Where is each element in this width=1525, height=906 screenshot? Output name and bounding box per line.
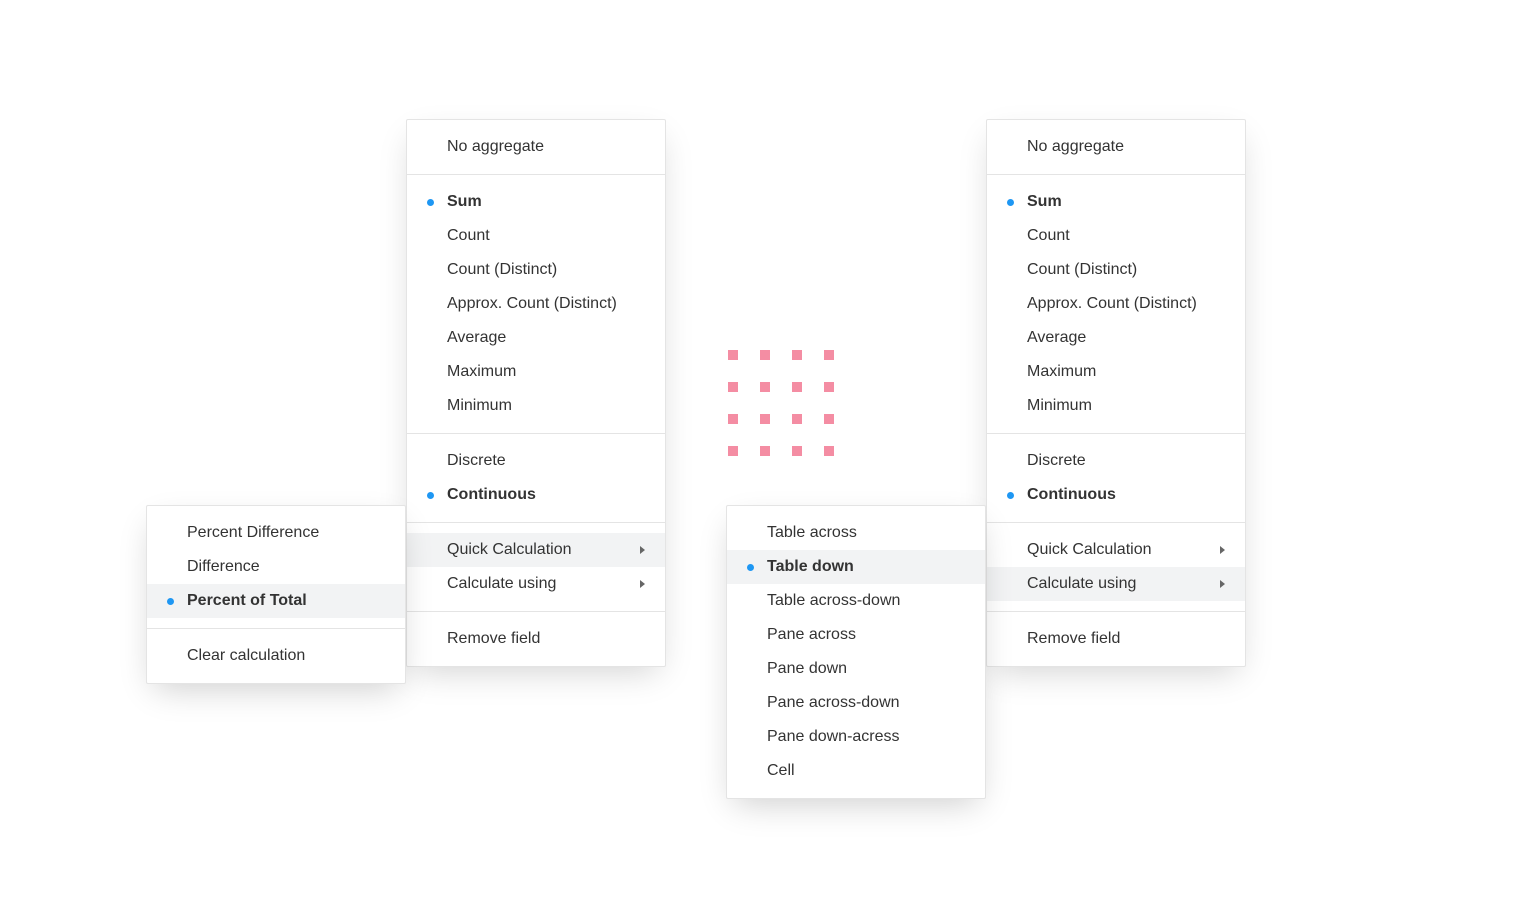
submenu-item-pane-across-down[interactable]: Pane across-down — [727, 686, 985, 720]
menu-item-count[interactable]: Count — [407, 219, 665, 253]
menu-item-discrete[interactable]: Discrete — [987, 444, 1245, 478]
menu-item-label: Quick Calculation — [1027, 541, 1152, 558]
menu-item-maximum[interactable]: Maximum — [987, 355, 1245, 389]
menu-item-count[interactable]: Count — [987, 219, 1245, 253]
menu-item-approx-count-distinct[interactable]: Approx. Count (Distinct) — [987, 287, 1245, 321]
menu-item-calculate-using[interactable]: Calculate using — [987, 567, 1245, 601]
submenu-item-percent-difference[interactable]: Percent Difference — [147, 516, 405, 550]
menu-item-label: Percent of Total — [187, 592, 307, 609]
submenu-item-table-down[interactable]: Table down — [727, 550, 985, 584]
selected-dot-icon — [427, 492, 434, 499]
menu-item-label: Continuous — [447, 486, 536, 503]
submenu-item-pane-down[interactable]: Pane down — [727, 652, 985, 686]
menu-item-label: Quick Calculation — [447, 541, 572, 558]
menu-item-no-aggregate[interactable]: No aggregate — [407, 130, 665, 164]
calculate-using-submenu: Table across Table down Table across-dow… — [726, 505, 986, 799]
menu-item-sum[interactable]: Sum — [987, 185, 1245, 219]
chevron-right-icon — [1219, 545, 1227, 555]
chevron-right-icon — [639, 545, 647, 555]
quick-calculation-submenu: Percent Difference Difference Percent of… — [146, 505, 406, 684]
menu-item-calculate-using[interactable]: Calculate using — [407, 567, 665, 601]
menu-item-minimum[interactable]: Minimum — [407, 389, 665, 423]
submenu-item-table-across-down[interactable]: Table across-down — [727, 584, 985, 618]
menu-item-count-distinct[interactable]: Count (Distinct) — [987, 253, 1245, 287]
menu-item-continuous[interactable]: Continuous — [987, 478, 1245, 512]
menu-item-sum[interactable]: Sum — [407, 185, 665, 219]
menu-item-count-distinct[interactable]: Count (Distinct) — [407, 253, 665, 287]
submenu-item-clear-calculation[interactable]: Clear calculation — [147, 639, 405, 673]
menu-item-label: Calculate using — [447, 575, 556, 592]
field-context-menu-right: No aggregate Sum Count Count (Distinct) … — [986, 119, 1246, 667]
submenu-item-cell[interactable]: Cell — [727, 754, 985, 788]
menu-item-label: Sum — [1027, 193, 1062, 210]
field-context-menu-left: No aggregate Sum Count Count (Distinct) … — [406, 119, 666, 667]
menu-item-remove-field[interactable]: Remove field — [407, 622, 665, 656]
menu-item-quick-calculation[interactable]: Quick Calculation — [987, 533, 1245, 567]
selected-dot-icon — [1007, 199, 1014, 206]
selected-dot-icon — [167, 598, 174, 605]
menu-item-approx-count-distinct[interactable]: Approx. Count (Distinct) — [407, 287, 665, 321]
chevron-right-icon — [639, 579, 647, 589]
submenu-item-pane-across[interactable]: Pane across — [727, 618, 985, 652]
submenu-item-percent-of-total[interactable]: Percent of Total — [147, 584, 405, 618]
menu-item-discrete[interactable]: Discrete — [407, 444, 665, 478]
selected-dot-icon — [1007, 492, 1014, 499]
menu-item-label: Continuous — [1027, 486, 1116, 503]
submenu-item-difference[interactable]: Difference — [147, 550, 405, 584]
menu-item-average[interactable]: Average — [407, 321, 665, 355]
menu-item-no-aggregate[interactable]: No aggregate — [987, 130, 1245, 164]
menu-item-maximum[interactable]: Maximum — [407, 355, 665, 389]
menu-item-quick-calculation[interactable]: Quick Calculation — [407, 533, 665, 567]
menu-item-label: Sum — [447, 193, 482, 210]
menu-item-label: Calculate using — [1027, 575, 1136, 592]
submenu-item-table-across[interactable]: Table across — [727, 516, 985, 550]
submenu-item-pane-down-across[interactable]: Pane down-acress — [727, 720, 985, 754]
chevron-right-icon — [1219, 579, 1227, 589]
menu-item-remove-field[interactable]: Remove field — [987, 622, 1245, 656]
menu-item-continuous[interactable]: Continuous — [407, 478, 665, 512]
selected-dot-icon — [747, 564, 754, 571]
menu-item-minimum[interactable]: Minimum — [987, 389, 1245, 423]
decorative-grid-icon — [728, 350, 834, 456]
selected-dot-icon — [427, 199, 434, 206]
menu-item-label: Table down — [767, 558, 854, 575]
menu-item-average[interactable]: Average — [987, 321, 1245, 355]
